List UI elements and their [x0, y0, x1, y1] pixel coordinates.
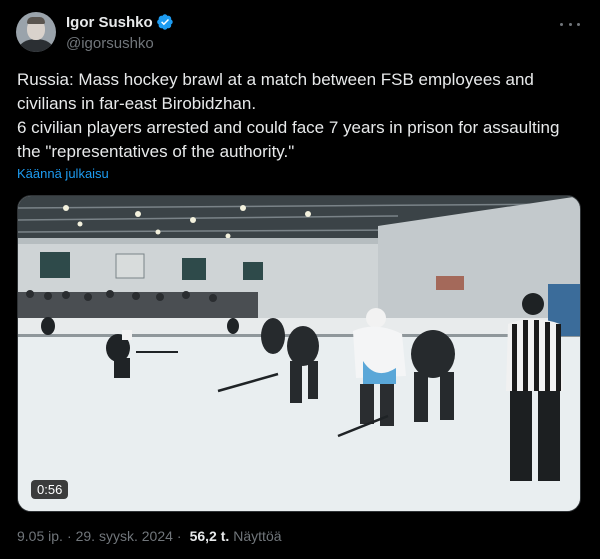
avatar-shoulders: [19, 39, 53, 52]
tweet-line: 6 civilian players arrested and could fa…: [17, 118, 560, 161]
tweet: Igor Sushko @igorsushko Russia: Mass hoc…: [0, 0, 600, 559]
verified-badge-icon: [156, 14, 173, 30]
tweet-text: Russia: Mass hockey brawl at a match bet…: [17, 68, 587, 164]
author-name-row: Igor Sushko: [66, 13, 174, 31]
author-handle[interactable]: @igorsushko: [66, 35, 154, 52]
more-options-icon[interactable]: [560, 16, 580, 32]
author-display-name[interactable]: Igor Sushko: [66, 14, 153, 31]
tweet-line: Russia: Mass hockey brawl at a match bet…: [17, 70, 534, 113]
translate-link[interactable]: Käännä julkaisu: [17, 166, 109, 181]
avatar[interactable]: [16, 12, 56, 52]
meta-separator: ·: [66, 528, 72, 544]
views-label: Näyttöä: [233, 528, 282, 544]
video-player[interactable]: [17, 195, 581, 512]
video-duration: 0:56: [31, 480, 69, 499]
views-count: 56,2 t.: [189, 528, 230, 544]
tweet-time[interactable]: 9.05 ip.: [17, 528, 63, 544]
meta-separator: ·: [176, 528, 182, 544]
video-frame: [18, 196, 580, 511]
tweet-meta: 9.05 ip. · 29. syysk. 2024 · 56,2 t. Näy…: [17, 528, 282, 544]
tweet-date[interactable]: 29. syysk. 2024: [76, 528, 173, 544]
avatar-hair: [27, 17, 45, 24]
